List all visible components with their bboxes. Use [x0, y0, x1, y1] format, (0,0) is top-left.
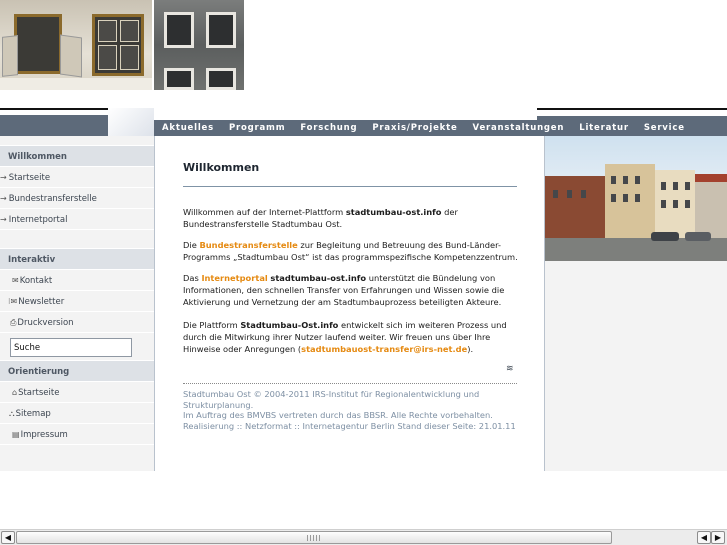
nav-programm[interactable]: Programm: [229, 123, 285, 133]
sidebar-heading-willkommen: Willkommen: [0, 146, 154, 167]
sitemap-icon: ⛬: [9, 409, 15, 418]
sidebar: Willkommen → Startseite → Bundestransfer…: [0, 136, 155, 471]
nav-praxis-projekte[interactable]: Praxis/Projekte: [372, 123, 457, 133]
sidebar-item-bundestransferstelle[interactable]: → Bundestransferstelle: [0, 188, 154, 209]
bundestransferstelle-link[interactable]: Bundestransferstelle: [199, 240, 297, 250]
scrollbar-grip: [307, 535, 321, 541]
bbsr-link[interactable]: BBSR: [364, 410, 386, 420]
header-bar-left: [0, 115, 108, 136]
sidebar-item-label: Sitemap: [15, 409, 51, 419]
search-input[interactable]: [10, 338, 132, 357]
sidebar-item-label: Impressum: [20, 430, 68, 440]
site-name: Stadtumbau-Ost.info: [240, 320, 339, 330]
sidebar-item-label: Newsletter: [18, 297, 65, 307]
page-title: Willkommen: [183, 161, 260, 174]
netzformat-link[interactable]: Netzformat: [245, 421, 292, 431]
search-box: [0, 333, 154, 361]
footer-commission: Im Auftrag des BMVBS vertreten durch das…: [183, 410, 523, 421]
text: . Alle Rechte vorbehalten.: [385, 410, 493, 420]
site-name: stadtumbau-ost.info: [270, 273, 367, 283]
sidebar-spacer: [0, 136, 154, 146]
sidebar-item-label: Druckversion: [17, 318, 74, 328]
bundestransferstelle-paragraph: Die Bundestransferstelle zur Begleitung …: [183, 239, 523, 263]
footer: Stadtumbau Ost © 2004-2011 IRS-Institut …: [183, 389, 523, 431]
text: Das: [183, 273, 202, 283]
sidebar-item-label: Startseite: [8, 173, 51, 183]
internetportal-paragraph: Das Internetportal stadtumbau-ost.info u…: [183, 272, 523, 308]
nav-aktuelles[interactable]: Aktuelles: [162, 123, 214, 133]
nav-forschung[interactable]: Forschung: [300, 123, 357, 133]
page-top-icon[interactable]: ≋: [506, 364, 514, 374]
intro-paragraph: Willkommen auf der Internet-Plattform st…: [183, 206, 523, 230]
sidebar-item-newsletter[interactable]: ⁝✉ Newsletter: [0, 291, 154, 312]
email-link[interactable]: stadtumbauost-transfer@irs-net.de: [301, 344, 467, 354]
site-name: stadtumbau-ost.info: [345, 207, 442, 217]
sidebar-item-label: Bundestransferstelle: [8, 194, 97, 204]
sidebar-item-label: Startseite: [18, 388, 60, 398]
sidebar-item-impressum[interactable]: ▤ Impressum: [0, 424, 154, 445]
footer-credits: Realisierung :: Netzformat :: Internetag…: [183, 421, 523, 432]
title-divider: [183, 186, 517, 187]
arrow-right-icon: →: [0, 173, 7, 182]
scroll-left-button-right[interactable]: ◀: [697, 531, 711, 544]
nav-literatur[interactable]: Literatur: [579, 123, 629, 133]
footer-divider: [183, 383, 517, 384]
sidebar-item-sitemap[interactable]: ⛬ Sitemap: [0, 403, 154, 424]
sidebar-item-home[interactable]: ⌂ Startseite: [0, 382, 154, 403]
platform-paragraph: Die Plattform Stadtumbau-Ost.info entwic…: [183, 319, 523, 355]
sidebar-item-label: Internetportal: [8, 215, 68, 225]
sidebar-heading-interaktiv: Interaktiv: [0, 249, 154, 270]
footer-copyright: Stadtumbau Ost © 2004-2011 IRS-Institut …: [183, 389, 480, 410]
home-icon: ⌂: [12, 388, 18, 397]
scrollbar-thumb[interactable]: [16, 531, 612, 544]
bmvbs-link[interactable]: BMVBS: [247, 410, 276, 420]
text: vertreten durch das: [276, 410, 364, 420]
sidebar-item-startseite[interactable]: → Startseite: [0, 167, 154, 188]
sidebar-spacer: [0, 230, 154, 249]
text: Realisierung ::: [183, 420, 245, 431]
sidebar-heading-orientierung: Orientierung: [0, 361, 154, 382]
scroll-left-button[interactable]: ◀: [1, 531, 15, 544]
header-rule-right: [537, 108, 727, 110]
sidebar-item-kontakt[interactable]: ✉ Kontakt: [0, 270, 154, 291]
header-photo-windows: [0, 0, 152, 90]
header-decor: [108, 108, 154, 136]
header-rule-left: [0, 108, 108, 110]
text: ).: [467, 344, 474, 354]
scroll-right-button[interactable]: ▶: [711, 531, 725, 544]
sidebar-item-druckversion[interactable]: ⎙ Druckversion: [0, 312, 154, 333]
envelope-icon: ✉: [12, 276, 19, 285]
top-navigation: Aktuelles Programm Forschung Praxis/Proj…: [154, 120, 727, 136]
text: Die Plattform: [183, 320, 241, 330]
text: Stand dieser Seite: 21.01.11: [394, 420, 516, 431]
printer-icon: ⎙: [10, 318, 17, 327]
text: Die: [183, 240, 200, 250]
horizontal-scrollbar[interactable]: ◀ ◀ ▶: [0, 529, 727, 545]
header-photo-facade: [154, 0, 244, 90]
right-column: [544, 136, 727, 471]
agentur-link[interactable]: Internetagentur Berlin: [302, 421, 394, 431]
nav-veranstaltungen[interactable]: Veranstaltungen: [473, 123, 565, 133]
text: Im Auftrag des: [183, 410, 247, 420]
nav-service[interactable]: Service: [644, 123, 685, 133]
sidebar-item-label: Kontakt: [19, 276, 53, 286]
internetportal-link[interactable]: Internetportal: [201, 273, 267, 283]
newsletter-icon: ⁝✉: [8, 297, 18, 306]
text: ::: [291, 420, 303, 431]
sidebar-item-internetportal[interactable]: → Internetportal: [0, 209, 154, 230]
arrow-right-icon: →: [0, 215, 7, 224]
street-photo: [545, 136, 727, 261]
text: Willkommen auf der Internet-Plattform: [183, 207, 346, 217]
document-icon: ▤: [12, 430, 20, 439]
arrow-right-icon: →: [0, 194, 7, 203]
main-content: Willkommen Willkommen auf der Internet-P…: [156, 136, 544, 471]
